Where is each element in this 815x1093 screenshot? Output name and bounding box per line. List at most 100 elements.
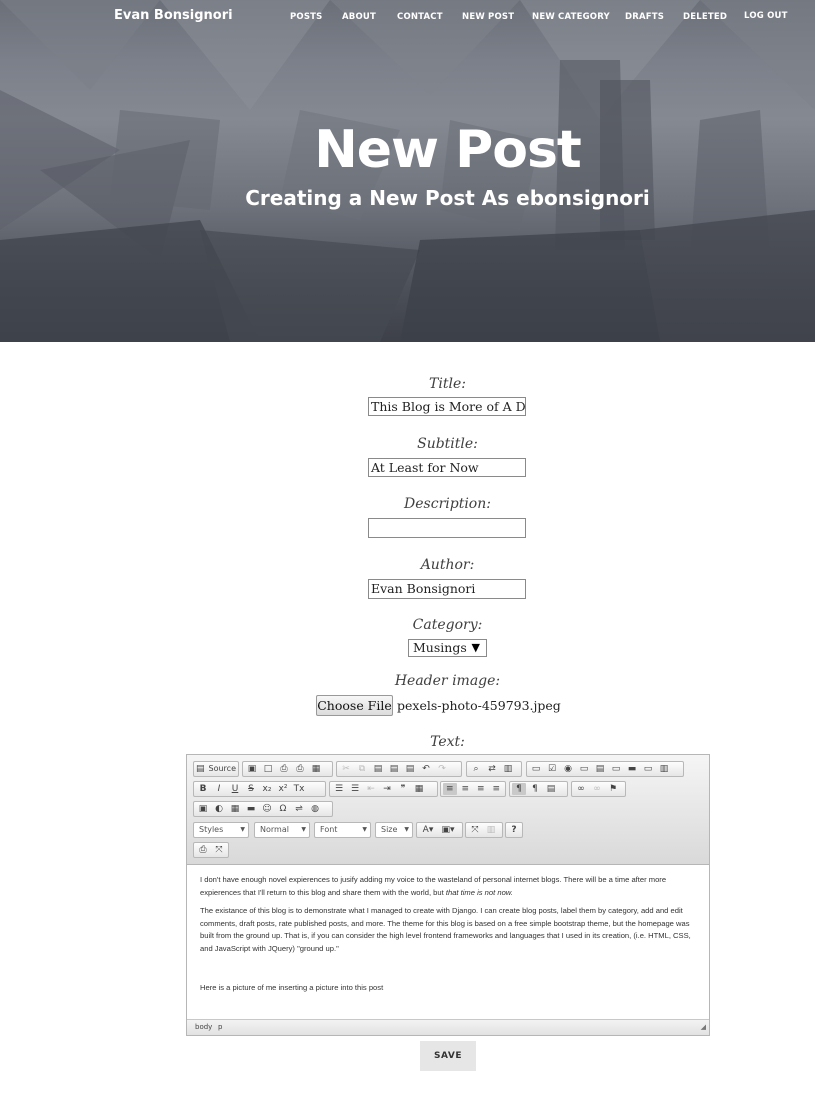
nav-link-deleted[interactable]: DELETED xyxy=(683,12,727,22)
save-icon[interactable]: ▣ xyxy=(245,763,259,775)
show-blocks-icon[interactable]: ▥ xyxy=(484,824,498,836)
iframe-icon[interactable]: ◍ xyxy=(308,803,322,815)
special-char-icon[interactable]: Ω xyxy=(276,803,290,815)
paste-icon[interactable]: ▤ xyxy=(371,763,385,775)
unlink-icon[interactable]: ∞ xyxy=(590,783,604,795)
format-dropdown[interactable]: Normal ▼ xyxy=(254,822,310,838)
button-field-icon[interactable]: ▬ xyxy=(625,763,639,775)
select-field-icon[interactable]: ▭ xyxy=(609,763,623,775)
title-label: Title: xyxy=(429,376,466,392)
remove-format-icon[interactable]: Tx xyxy=(292,783,306,795)
nav-link-new-category[interactable]: NEW CATEGORY xyxy=(532,12,610,22)
strikethrough-icon[interactable]: S xyxy=(244,783,258,795)
description-input[interactable] xyxy=(368,518,526,538)
top-navbar: Evan Bonsignori POSTS ABOUT CONTACT NEW … xyxy=(0,0,815,34)
justify-icon[interactable]: ≡ xyxy=(490,783,504,795)
content-paragraph-1-emphasis: that time is not now. xyxy=(445,887,513,897)
fullscreen-icon[interactable]: ⤧ xyxy=(212,844,226,856)
paste-text-icon[interactable]: ▤ xyxy=(387,763,401,775)
outdent-icon[interactable]: ⇤ xyxy=(364,783,378,795)
element-path-p[interactable]: p xyxy=(218,1023,222,1031)
image-icon[interactable]: ▣ xyxy=(196,803,210,815)
subscript-icon[interactable]: x₂ xyxy=(260,783,274,795)
dropdown-arrow-icon: ▼ xyxy=(240,826,245,833)
table-icon[interactable]: ▦ xyxy=(228,803,242,815)
nav-link-log-out[interactable]: LOG OUT xyxy=(744,11,788,21)
header-image-label: Header image: xyxy=(394,673,501,689)
underline-icon[interactable]: U xyxy=(228,783,242,795)
links-group: ∞ ∞ ⚑ xyxy=(571,781,626,797)
element-path-body[interactable]: body xyxy=(195,1023,212,1031)
resize-handle-icon[interactable]: ◢ xyxy=(701,1023,706,1033)
background-color-icon[interactable]: ▣▾ xyxy=(439,824,457,836)
paste-word-icon[interactable]: ▤ xyxy=(403,763,417,775)
editor-toolbar: ▤ Source ▣ □ ⎙ ⎙ ▦ ✂ ⧉ ▤ ▤ ▤ ↶ ↷ ⌕ ⇄ ▥ ▭… xyxy=(187,755,709,865)
hero-header: Evan Bonsignori POSTS ABOUT CONTACT NEW … xyxy=(0,0,815,342)
superscript-icon[interactable]: x² xyxy=(276,783,290,795)
find-icon[interactable]: ⌕ xyxy=(469,763,483,775)
maximize-icon[interactable]: ⤧ xyxy=(468,824,482,836)
size-dropdown[interactable]: Size ▼ xyxy=(375,822,413,838)
nav-link-new-post[interactable]: NEW POST xyxy=(462,12,514,22)
print-icon[interactable]: ⎙ xyxy=(293,763,307,775)
link-icon[interactable]: ∞ xyxy=(574,783,588,795)
rich-text-editor: ▤ Source ▣ □ ⎙ ⎙ ▦ ✂ ⧉ ▤ ▤ ▤ ↶ ↷ ⌕ ⇄ ▥ ▭… xyxy=(186,754,710,1036)
anchor-icon[interactable]: ⚑ xyxy=(606,783,620,795)
styles-dropdown-label: Styles xyxy=(199,825,224,834)
checkbox-icon[interactable]: ☑ xyxy=(545,763,559,775)
flash-icon[interactable]: ◐ xyxy=(212,803,226,815)
font-dropdown[interactable]: Font ▼ xyxy=(314,822,371,838)
preview-icon[interactable]: ⎙ xyxy=(277,763,291,775)
horizontal-line-icon[interactable]: ▬ xyxy=(244,803,258,815)
choose-file-button[interactable]: Choose File xyxy=(316,695,393,716)
undo-icon[interactable]: ↶ xyxy=(419,763,433,775)
text-direction-rtl-icon[interactable]: ¶ xyxy=(528,783,542,795)
align-group: ≡ ≡ ≡ ≡ xyxy=(440,781,506,797)
replace-icon[interactable]: ⇄ xyxy=(485,763,499,775)
hidden-field-icon[interactable]: ▥ xyxy=(657,763,671,775)
styles-dropdown[interactable]: Styles ▼ xyxy=(193,822,249,838)
nav-link-drafts[interactable]: DRAFTS xyxy=(625,12,664,22)
align-left-icon[interactable]: ≡ xyxy=(443,783,457,795)
cut-icon[interactable]: ✂ xyxy=(339,763,353,775)
select-all-icon[interactable]: ▥ xyxy=(501,763,515,775)
source-button[interactable]: Source xyxy=(207,763,238,775)
radio-icon[interactable]: ◉ xyxy=(561,763,575,775)
nav-link-contact[interactable]: CONTACT xyxy=(397,12,443,22)
bold-icon[interactable]: B xyxy=(196,783,210,795)
dropdown-arrow-icon: ▼ xyxy=(471,641,480,654)
preview-doc-icon[interactable]: ⎙ xyxy=(196,844,210,856)
category-select[interactable]: Musings ▼ xyxy=(408,639,487,657)
image-button-icon[interactable]: ▭ xyxy=(641,763,655,775)
textarea-icon[interactable]: ▤ xyxy=(593,763,607,775)
save-button[interactable]: SAVE xyxy=(420,1041,476,1071)
align-center-icon[interactable]: ≡ xyxy=(459,783,473,795)
italic-icon[interactable]: I xyxy=(212,783,226,795)
form-icon[interactable]: ▭ xyxy=(529,763,543,775)
author-input[interactable]: Evan Bonsignori xyxy=(368,579,526,599)
language-icon[interactable]: ▤ xyxy=(544,783,558,795)
smiley-icon[interactable]: ☺ xyxy=(260,803,274,815)
text-color-icon[interactable]: A▾ xyxy=(419,824,437,836)
copy-icon[interactable]: ⧉ xyxy=(355,763,369,775)
text-direction-ltr-icon[interactable]: ¶ xyxy=(512,783,526,795)
indent-icon[interactable]: ⇥ xyxy=(380,783,394,795)
title-input[interactable]: This Blog is More of A Demo xyxy=(368,397,526,416)
brand-link[interactable]: Evan Bonsignori xyxy=(114,8,233,23)
align-right-icon[interactable]: ≡ xyxy=(474,783,488,795)
subtitle-input[interactable]: At Least for Now xyxy=(368,458,526,477)
source-icon[interactable]: ▤ xyxy=(196,763,205,775)
editor-content-area[interactable]: I don't have enough novel expierences to… xyxy=(200,874,695,1000)
new-page-icon[interactable]: □ xyxy=(261,763,275,775)
numbered-list-icon[interactable]: ☰ xyxy=(332,783,346,795)
redo-icon[interactable]: ↷ xyxy=(435,763,449,775)
textfield-icon[interactable]: ▭ xyxy=(577,763,591,775)
div-container-icon[interactable]: ▦ xyxy=(412,783,426,795)
blockquote-icon[interactable]: ❞ xyxy=(396,783,410,795)
nav-link-about[interactable]: ABOUT xyxy=(342,12,376,22)
nav-link-posts[interactable]: POSTS xyxy=(290,12,323,22)
page-break-icon[interactable]: ⇌ xyxy=(292,803,306,815)
templates-icon[interactable]: ▦ xyxy=(309,763,323,775)
bulleted-list-icon[interactable]: ☰ xyxy=(348,783,362,795)
help-button[interactable]: ? xyxy=(508,824,520,836)
